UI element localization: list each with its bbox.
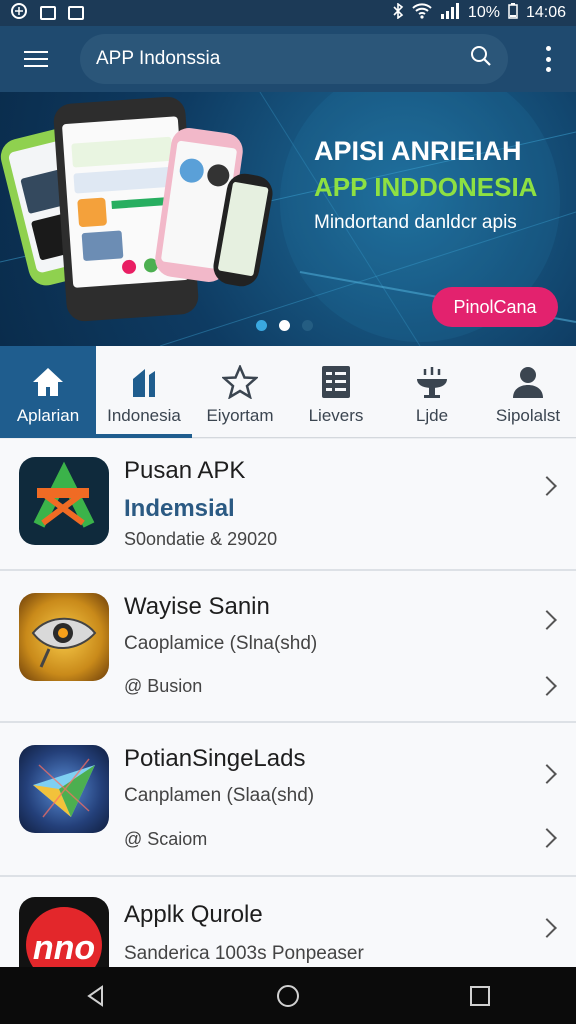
app-icon: nno	[19, 897, 109, 967]
search-icon[interactable]	[470, 45, 492, 73]
tab-label: Ljde	[415, 406, 449, 425]
more-vert-icon[interactable]	[538, 46, 558, 72]
signal-icon	[440, 2, 460, 24]
chevron-right-icon[interactable]	[537, 918, 557, 938]
tab-aplarian[interactable]: Aplarian	[0, 346, 96, 438]
home-circle-icon[interactable]	[268, 976, 308, 1016]
app-name: PotianSingeLads	[124, 745, 306, 772]
app-icon	[19, 593, 109, 681]
list-icon	[318, 364, 354, 400]
image-icon	[40, 6, 56, 20]
chevron-right-icon[interactable]	[537, 764, 557, 784]
banner-cta-button[interactable]: PinolCana	[432, 287, 558, 327]
menu-icon	[24, 58, 48, 60]
search-input[interactable]: APP Indonssia	[96, 48, 470, 70]
app-name: Pusan APK	[124, 457, 246, 484]
star-icon	[222, 364, 258, 400]
back-icon[interactable]	[76, 976, 116, 1016]
app-subtitle: Sanderica 1003s Ponpeaser	[124, 943, 364, 964]
tab-label: Lievers	[308, 406, 364, 425]
at-icon: @	[124, 676, 148, 696]
battery-icon	[508, 2, 518, 24]
chevron-right-icon[interactable]	[537, 476, 557, 496]
tab-lievers[interactable]: Lievers	[288, 346, 384, 438]
app-name: Wayise Sanin	[124, 593, 270, 620]
banner-subtitle: APP INDDONESIA	[314, 172, 538, 202]
app-subtitle: Canplamen (Slaa(shd)	[124, 785, 315, 806]
promo-banner[interactable]: APISI ANRIEIAH APP INDDONESIA Mindortand…	[0, 92, 576, 346]
search-bar[interactable]: APP Indonssia	[80, 34, 508, 84]
svg-text:nno: nno	[33, 929, 95, 967]
tab-indonesia[interactable]: Indonesia	[96, 346, 192, 438]
list-item[interactable]: Wayise Sanin Caoplamice (Slna(shd) @ Bus…	[0, 571, 576, 723]
system-nav-bar	[0, 967, 576, 1024]
app-subtitle: Caoplamice (Slna(shd)	[124, 633, 318, 654]
recents-icon[interactable]	[460, 976, 500, 1016]
tab-label: Sipolalst	[495, 406, 561, 425]
tab-sipolalst[interactable]: Sipolalst	[480, 346, 576, 438]
list-item[interactable]: PotianSingeLads Canplamen (Slaa(shd) @ S…	[0, 723, 576, 877]
app-name: Applk Qurole	[124, 901, 263, 928]
nfc-icon	[68, 6, 84, 20]
app-list: Pusan APK Indemsial S0ondatie & 29020 Wa…	[0, 439, 576, 967]
chevron-right-icon[interactable]	[537, 828, 557, 848]
menu-button[interactable]	[0, 26, 72, 92]
banner-description: Mindortand danldcr apis	[314, 212, 517, 233]
tab-label: Eiyortam	[206, 406, 274, 425]
bluetooth-icon	[392, 1, 404, 24]
app-meta: @ Scaiom	[124, 829, 208, 849]
fountain-icon	[414, 364, 450, 400]
app-meta: @ Busion	[124, 676, 203, 696]
category-tabs: Aplarian Indonesia Eiyortam Lievers Ljde…	[0, 346, 576, 438]
tab-eiyortam[interactable]: Eiyortam	[192, 346, 288, 438]
usb-icon	[10, 2, 28, 25]
app-publisher: Indemsial	[124, 495, 235, 522]
carousel-dot[interactable]	[256, 320, 267, 331]
carousel-dot[interactable]	[302, 320, 313, 331]
clock: 14:06	[525, 4, 566, 21]
app-icon	[19, 457, 109, 545]
wifi-icon	[412, 2, 432, 24]
tab-label: Aplarian	[16, 406, 80, 425]
at-icon: @	[124, 829, 148, 849]
status-bar: 10% 14:06	[0, 0, 576, 26]
chevron-right-icon[interactable]	[537, 676, 557, 696]
app-icon	[19, 745, 109, 833]
chevron-right-icon[interactable]	[537, 610, 557, 630]
chart-icon	[126, 364, 162, 400]
app-meta: S0ondatie & 29020	[124, 529, 278, 549]
list-item[interactable]: Pusan APK Indemsial S0ondatie & 29020	[0, 439, 576, 571]
home-icon	[30, 364, 66, 400]
user-icon	[510, 364, 546, 400]
tab-ljde[interactable]: Ljde	[384, 346, 480, 438]
banner-title: APISI ANRIEIAH	[314, 136, 522, 166]
app-bar: APP Indonssia	[0, 26, 576, 92]
battery-percent: 10%	[467, 4, 500, 21]
carousel-dot-active[interactable]	[279, 320, 290, 331]
list-item[interactable]: nno Applk Qurole Sanderica 1003s Ponpeas…	[0, 877, 576, 967]
carousel-indicator	[256, 320, 313, 331]
tab-label: Indonesia	[107, 406, 181, 425]
